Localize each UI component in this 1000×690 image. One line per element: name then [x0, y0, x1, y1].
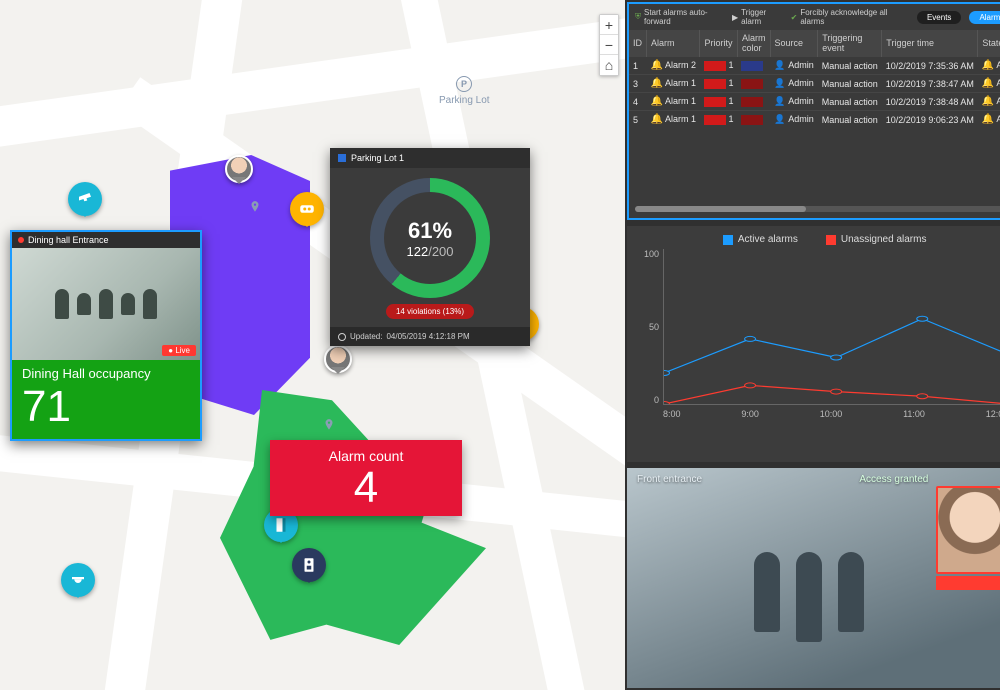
occupancy-value: 71 — [22, 385, 190, 429]
occupancy-footer: Updated: 04/05/2019 4:12:18 PM — [330, 327, 530, 346]
live-badge: ● Live — [162, 345, 196, 356]
bell-icon: 🔔 — [982, 114, 994, 125]
bell-icon: 🔔 — [651, 60, 663, 71]
camera-pin-icon[interactable] — [68, 182, 102, 216]
alarms-toolbar: ⛨ Start alarms auto-forward ▶ Trigger al… — [629, 4, 1000, 30]
chart-area: 100 50 0 8:00 9:00 10:00 11:00 12:00 — [663, 249, 1000, 423]
col-priority[interactable]: Priority — [700, 30, 738, 57]
bell-icon: 🔔 — [651, 114, 663, 125]
device-pin-icon[interactable] — [290, 192, 324, 226]
access-status: Access granted — [859, 474, 928, 485]
chart-plot — [663, 249, 1000, 405]
table-row[interactable]: 3🔔 Alarm 1 1👤AdminManual action10/2/2019… — [629, 75, 1000, 93]
y-axis: 100 50 0 — [637, 249, 659, 405]
map-pane[interactable]: P Parking Lot + − ⌂ Dining hall Entrance — [0, 0, 625, 690]
location-pin-icon — [322, 418, 336, 432]
bell-icon: 🔔 — [651, 96, 663, 107]
dome-camera-pin-icon[interactable] — [61, 563, 95, 597]
col-state[interactable]: State — [978, 30, 1000, 57]
person-pin-icon[interactable] — [324, 345, 352, 373]
trigger-alarm-button[interactable]: ▶ Trigger alarm — [732, 8, 783, 26]
bell-icon: 🔔 — [982, 78, 994, 89]
intercom-pin-icon[interactable] — [292, 548, 326, 582]
alarms-tab-button[interactable]: Alarms — [969, 11, 1000, 24]
auto-forward-button[interactable]: ⛨ Start alarms auto-forward — [635, 8, 724, 26]
dining-hall-camera-card[interactable]: Dining hall Entrance ● Live Dining Hall … — [10, 230, 202, 441]
camera-card-title: Dining hall Entrance — [28, 235, 109, 245]
user-icon: 👤 — [774, 78, 785, 88]
col-alarm[interactable]: Alarm — [647, 30, 700, 57]
face-snapshot[interactable] — [936, 486, 1000, 574]
camera-card-caption: Dining Hall occupancy 71 — [12, 360, 200, 439]
alarms-header-row: ID Alarm Priority Alarm color Source Tri… — [629, 30, 1000, 57]
feed-people-icon — [754, 552, 864, 642]
table-row[interactable]: 4🔔 Alarm 1 1👤AdminManual action10/2/2019… — [629, 93, 1000, 111]
user-icon: 👤 — [774, 96, 785, 106]
clock-icon — [338, 333, 346, 341]
alarms-table: ID Alarm Priority Alarm color Source Tri… — [629, 30, 1000, 128]
feed-title: Front entrance — [637, 474, 702, 485]
occupancy-donut-chart: 61% 122/200 — [370, 178, 490, 298]
record-dot-icon — [18, 237, 24, 243]
face-snapshot-bar — [936, 576, 1000, 590]
col-source[interactable]: Source — [770, 30, 818, 57]
person-pin-icon[interactable] — [225, 155, 253, 183]
parking-label: Parking Lot — [439, 95, 490, 106]
app-root: P Parking Lot + − ⌂ Dining hall Entrance — [0, 0, 1000, 690]
col-time[interactable]: Trigger time — [882, 30, 978, 57]
occupancy-title: Dining Hall occupancy — [22, 366, 190, 381]
parking-square-icon — [338, 154, 346, 162]
zoom-in-button[interactable]: + — [600, 15, 618, 35]
zoom-controls: + − ⌂ — [599, 14, 619, 76]
bell-icon: 🔔 — [982, 60, 994, 71]
ack-all-button[interactable]: ✔ Forcibly acknowledge all alarms — [791, 8, 901, 26]
camera-thumbnail[interactable]: ● Live — [12, 248, 200, 360]
table-row[interactable]: 1🔔 Alarm 2 1👤AdminManual action10/2/2019… — [629, 57, 1000, 75]
bell-icon: 🔔 — [651, 78, 663, 89]
play-icon: ▶ — [732, 13, 738, 22]
user-icon: 👤 — [774, 114, 785, 124]
col-color[interactable]: Alarm color — [737, 30, 770, 57]
front-entrance-feed[interactable]: Front entrance Access granted — [627, 468, 1000, 688]
events-tab-button[interactable]: Events — [917, 11, 961, 24]
occupancy-popup[interactable]: Parking Lot 1 61% 122/200 14 violations … — [330, 148, 530, 346]
zoom-out-button[interactable]: − — [600, 35, 618, 55]
bell-icon: 🔔 — [982, 96, 994, 107]
parking-icon: P — [456, 76, 472, 92]
alarms-panel: ⛨ Start alarms auto-forward ▶ Trigger al… — [627, 2, 1000, 220]
occupancy-percent: 61% — [408, 218, 452, 244]
shield-icon: ⛨ — [635, 12, 641, 22]
user-icon: 👤 — [774, 60, 785, 70]
legend-red-swatch — [826, 235, 836, 245]
col-event[interactable]: Triggering event — [818, 30, 882, 57]
violations-pill[interactable]: 14 violations (13%) — [386, 304, 474, 319]
right-pane: ⛨ Start alarms auto-forward ▶ Trigger al… — [625, 0, 1000, 690]
legend-unassigned: Unassigned alarms — [826, 234, 927, 245]
camera-card-header: Dining hall Entrance — [12, 232, 200, 248]
occupancy-fraction: 122/200 — [406, 244, 453, 259]
table-row[interactable]: 5🔔 Alarm 1 1👤AdminManual action10/2/2019… — [629, 111, 1000, 129]
chart-panel: Active alarms Unassigned alarms 100 50 0… — [627, 226, 1000, 462]
chart-legend: Active alarms Unassigned alarms — [637, 234, 1000, 245]
alarm-count-title: Alarm count — [270, 448, 462, 464]
col-id[interactable]: ID — [629, 30, 647, 57]
zoom-reset-button[interactable]: ⌂ — [600, 55, 618, 75]
occupancy-popup-title: Parking Lot 1 — [351, 153, 404, 163]
legend-blue-swatch — [723, 235, 733, 245]
occupancy-header: Parking Lot 1 — [330, 148, 530, 168]
alarm-count-value: 4 — [270, 466, 462, 510]
alarms-scrollbar[interactable] — [629, 204, 1000, 218]
location-pin-icon — [248, 200, 262, 214]
x-axis: 8:00 9:00 10:00 11:00 12:00 — [663, 409, 1000, 423]
check-shield-icon: ✔ — [791, 13, 798, 22]
legend-active: Active alarms — [723, 234, 798, 245]
alarm-count-card[interactable]: Alarm count 4 — [270, 440, 462, 516]
